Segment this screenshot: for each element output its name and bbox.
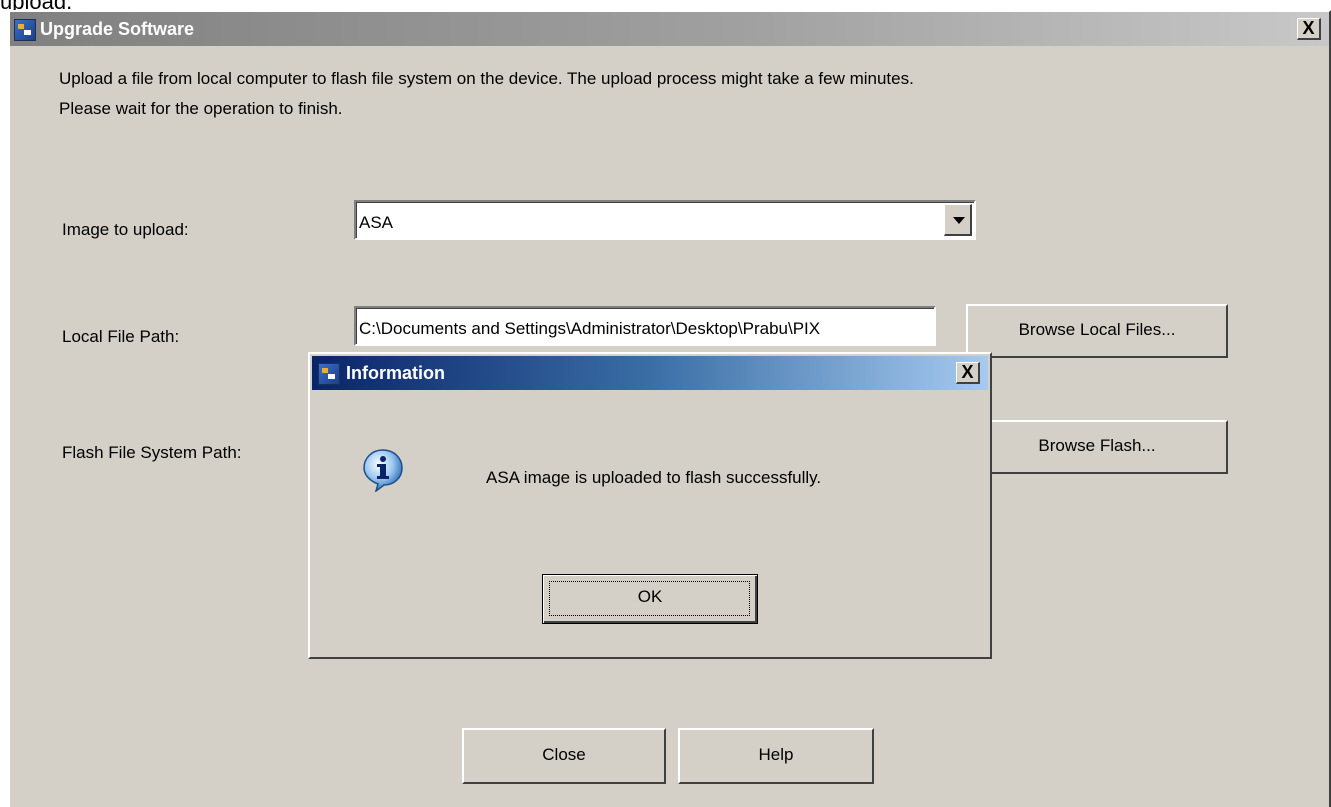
close-button[interactable]: Close <box>462 728 666 784</box>
window-titlebar[interactable]: Upgrade Software X <box>10 12 1329 46</box>
window-close-button[interactable]: X <box>1297 18 1321 40</box>
local-file-path-value: C:\Documents and Settings\Administrator\… <box>359 319 821 338</box>
browse-flash-button[interactable]: Browse Flash... <box>966 420 1228 474</box>
help-button[interactable]: Help <box>678 728 874 784</box>
dialog-app-icon <box>318 363 340 385</box>
information-dialog: Information X ASA image is uploaded to f… <box>308 352 992 659</box>
window-title: Upgrade Software <box>40 19 195 39</box>
dialog-titlebar[interactable]: Information X <box>312 356 988 390</box>
ok-button-label: OK <box>637 587 663 606</box>
image-to-upload-label: Image to upload: <box>62 220 189 239</box>
image-to-upload-value: ASA <box>359 213 394 232</box>
local-file-path-label: Local File Path: <box>62 327 180 346</box>
app-icon <box>14 19 36 41</box>
chevron-down-icon[interactable] <box>944 204 972 236</box>
local-file-path-input[interactable]: C:\Documents and Settings\Administrator\… <box>354 306 936 346</box>
browse-local-files-button[interactable]: Browse Local Files... <box>966 304 1228 358</box>
info-icon <box>363 449 403 492</box>
ok-button[interactable]: OK <box>542 574 758 624</box>
description-line-2: Please wait for the operation to finish. <box>59 99 343 118</box>
description-line-1: Upload a file from local computer to fla… <box>59 69 914 88</box>
image-to-upload-select[interactable]: ASA <box>354 200 976 240</box>
dialog-message: ASA image is uploaded to flash successfu… <box>486 468 822 487</box>
dialog-close-button[interactable]: X <box>956 362 980 384</box>
dialog-title: Information <box>346 363 445 383</box>
flash-file-system-path-label: Flash File System Path: <box>62 443 242 462</box>
